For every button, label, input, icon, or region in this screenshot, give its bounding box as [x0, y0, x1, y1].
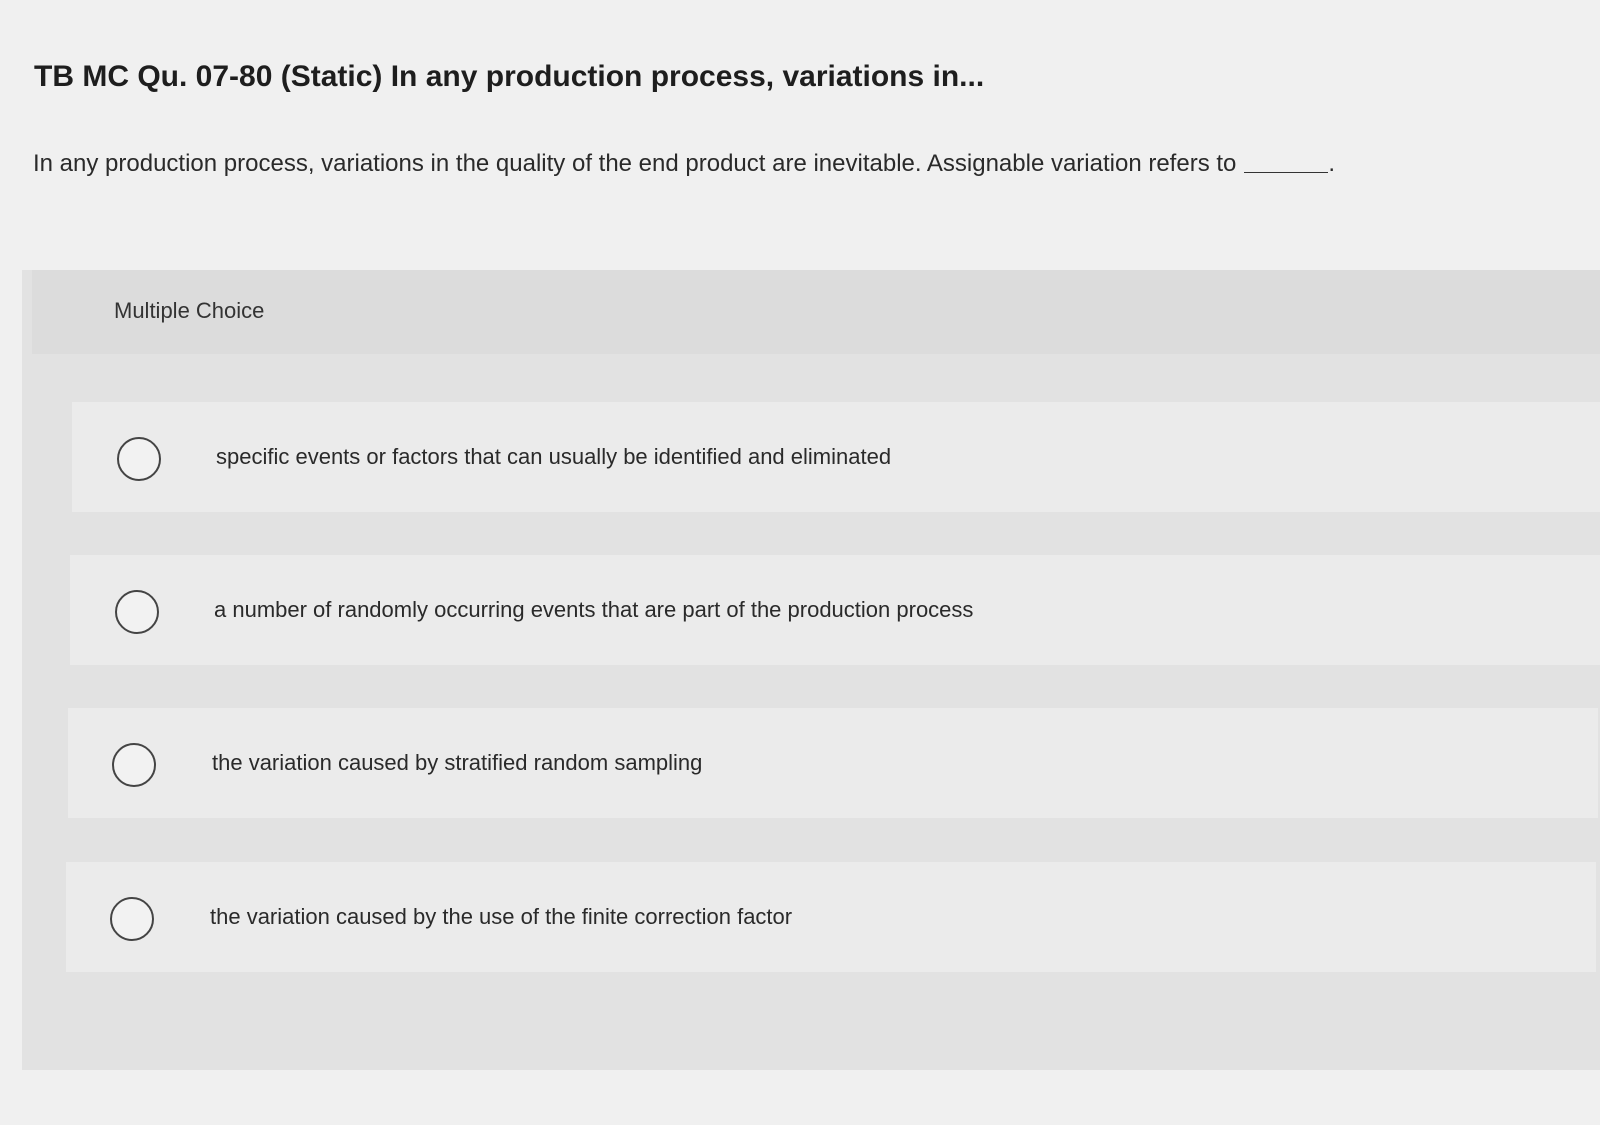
question-text: In any production process, variations in… — [33, 150, 1237, 177]
radio-button-icon[interactable] — [110, 897, 154, 941]
answer-option-text: a number of randomly occurring events th… — [214, 597, 974, 622]
answer-option-text: specific events or factors that can usua… — [216, 444, 892, 469]
answer-option-text: the variation caused by stratified rando… — [212, 750, 703, 775]
question-prompt: In any production process, variations in… — [33, 150, 1335, 178]
multiple-choice-panel: Multiple Choice specific events or facto… — [22, 270, 1600, 1070]
radio-button-icon[interactable] — [115, 590, 159, 634]
radio-button-icon[interactable] — [112, 743, 156, 787]
answer-option-3[interactable]: the variation caused by stratified rando… — [68, 708, 1598, 818]
multiple-choice-label: Multiple Choice — [114, 298, 265, 323]
question-end-punctuation: . — [1328, 150, 1336, 177]
question-title: TB MC Qu. 07-80 (Static) In any producti… — [34, 60, 985, 93]
answer-blank — [1244, 172, 1329, 173]
radio-button-icon[interactable] — [117, 437, 161, 481]
answer-option-text: the variation caused by the use of the f… — [210, 904, 793, 929]
answer-option-2[interactable]: a number of randomly occurring events th… — [70, 555, 1600, 665]
answer-option-4[interactable]: the variation caused by the use of the f… — [66, 862, 1596, 972]
answer-option-1[interactable]: specific events or factors that can usua… — [72, 402, 1600, 512]
multiple-choice-header: Multiple Choice — [32, 270, 1600, 354]
